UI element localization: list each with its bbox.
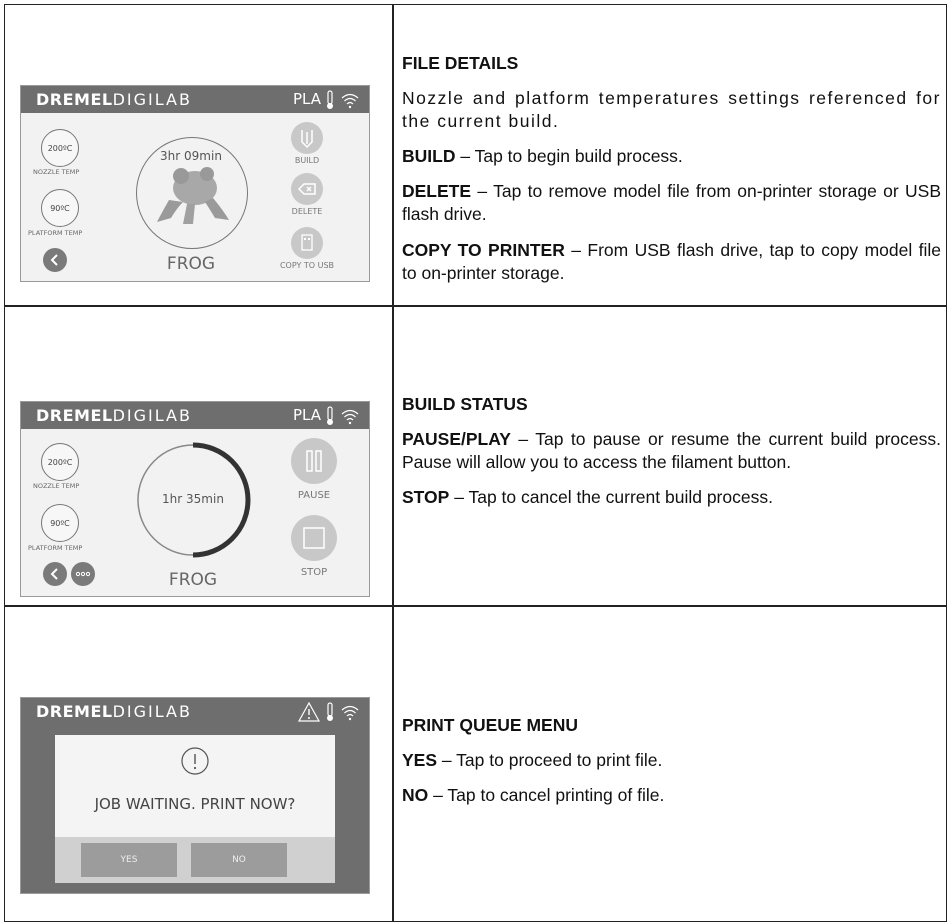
- dialog-message: JOB WAITING. PRINT NOW?: [94, 795, 296, 813]
- pause-label: PAUSE: [297, 490, 331, 501]
- chevron-left-icon: [50, 568, 58, 580]
- delete-button[interactable]: [291, 173, 323, 205]
- build-label: BUILD: [294, 156, 320, 165]
- yes-button[interactable]: YES: [81, 843, 177, 877]
- warning-icon: [297, 701, 321, 722]
- stop-button[interactable]: [291, 515, 337, 561]
- row-divider: [5, 305, 946, 307]
- platform-temp-label: PLATFORM TEMP: [28, 229, 83, 237]
- confirm-dialog: JOB WAITING. PRINT NOW? YES NO: [55, 735, 335, 883]
- copy-to-usb-label: COPY TO USB: [279, 261, 335, 270]
- back-button[interactable]: [43, 248, 67, 272]
- platform-temp-label: PLATFORM TEMP: [28, 544, 83, 552]
- build-icon: [301, 130, 313, 149]
- section-heading: PRINT QUEUE MENU: [402, 715, 578, 735]
- delete-label: DELETE: [291, 207, 323, 216]
- yes-item: YES – Tap to proceed to print file.: [402, 750, 663, 771]
- build-item: BUILD – Tap to begin build process.: [402, 146, 683, 167]
- section-heading: BUILD STATUS: [402, 394, 528, 414]
- stop-icon: [303, 527, 325, 549]
- nozzle-temp-label: NOZZLE TEMP: [33, 168, 80, 176]
- material-label: PLA: [292, 90, 321, 108]
- top-bar: DREMELDIGILAB PLA: [21, 86, 369, 113]
- pause-icon: [306, 450, 322, 472]
- file-details-screen: DREMELDIGILAB PLA 200ºC NOZZLE TEMP 90ºC…: [20, 85, 370, 282]
- thermometer-wifi-icon: [327, 406, 359, 425]
- column-divider: [392, 5, 394, 921]
- brand-logo: DREMELDIGILAB: [36, 702, 192, 721]
- print-queue-screen: DREMELDIGILAB JOB WAITING. PRINT NOW? YE…: [20, 697, 370, 894]
- print-queue-description: PRINT QUEUE MENU YES – Tap to proceed to…: [402, 714, 941, 819]
- platform-temp: 90ºC: [41, 504, 79, 542]
- back-button[interactable]: [43, 562, 67, 586]
- material-label: PLA: [292, 406, 321, 424]
- file-details-description: FILE DETAILS Nozzle and platform tempera…: [402, 52, 941, 297]
- stop-item: STOP – Tap to cancel the current build p…: [402, 487, 773, 508]
- pause-button[interactable]: [291, 438, 337, 484]
- build-button[interactable]: [291, 122, 323, 154]
- intro-text: Nozzle and platform temperatures setting…: [402, 88, 941, 132]
- brand-logo: DREMELDIGILAB: [36, 406, 192, 425]
- usb-icon: [301, 234, 313, 251]
- stop-label: STOP: [300, 567, 328, 578]
- alert-circle-icon: [181, 747, 209, 775]
- build-status-description: BUILD STATUS PAUSE/PLAY – Tap to pause o…: [402, 393, 941, 521]
- copy-item: COPY TO PRINTER – From USB flash drive, …: [402, 239, 941, 283]
- platform-temp: 90ºC: [41, 189, 79, 227]
- delete-item: DELETE – Tap to remove model file from o…: [402, 181, 941, 225]
- thermometer-wifi-icon: [327, 90, 359, 109]
- pause-item: PAUSE/PLAY – Tap to pause or resume the …: [402, 429, 941, 473]
- thermometer-wifi-icon: [327, 702, 359, 721]
- copy-to-usb-button[interactable]: [291, 227, 323, 259]
- top-bar: DREMELDIGILAB PLA: [21, 402, 369, 429]
- more-button[interactable]: [71, 562, 95, 586]
- nozzle-temp: 200ºC: [41, 443, 79, 481]
- dialog-footer: YES NO: [55, 837, 335, 883]
- delete-icon: [297, 183, 316, 195]
- remaining-time: 1hr 35min: [162, 492, 224, 506]
- row-divider: [5, 605, 946, 607]
- build-status-screen: DREMELDIGILAB PLA 200ºC NOZZLE TEMP 90ºC…: [20, 401, 370, 597]
- frog-model-image: [157, 167, 229, 224]
- more-dots-icon: [75, 571, 91, 577]
- no-button[interactable]: NO: [191, 843, 287, 877]
- top-bar: DREMELDIGILAB: [21, 698, 369, 725]
- section-heading: FILE DETAILS: [402, 53, 519, 73]
- nozzle-temp-label: NOZZLE TEMP: [33, 482, 80, 490]
- brand-logo: DREMELDIGILAB: [36, 90, 192, 109]
- chevron-left-icon: [50, 254, 58, 266]
- no-item: NO – Tap to cancel printing of file.: [402, 785, 665, 806]
